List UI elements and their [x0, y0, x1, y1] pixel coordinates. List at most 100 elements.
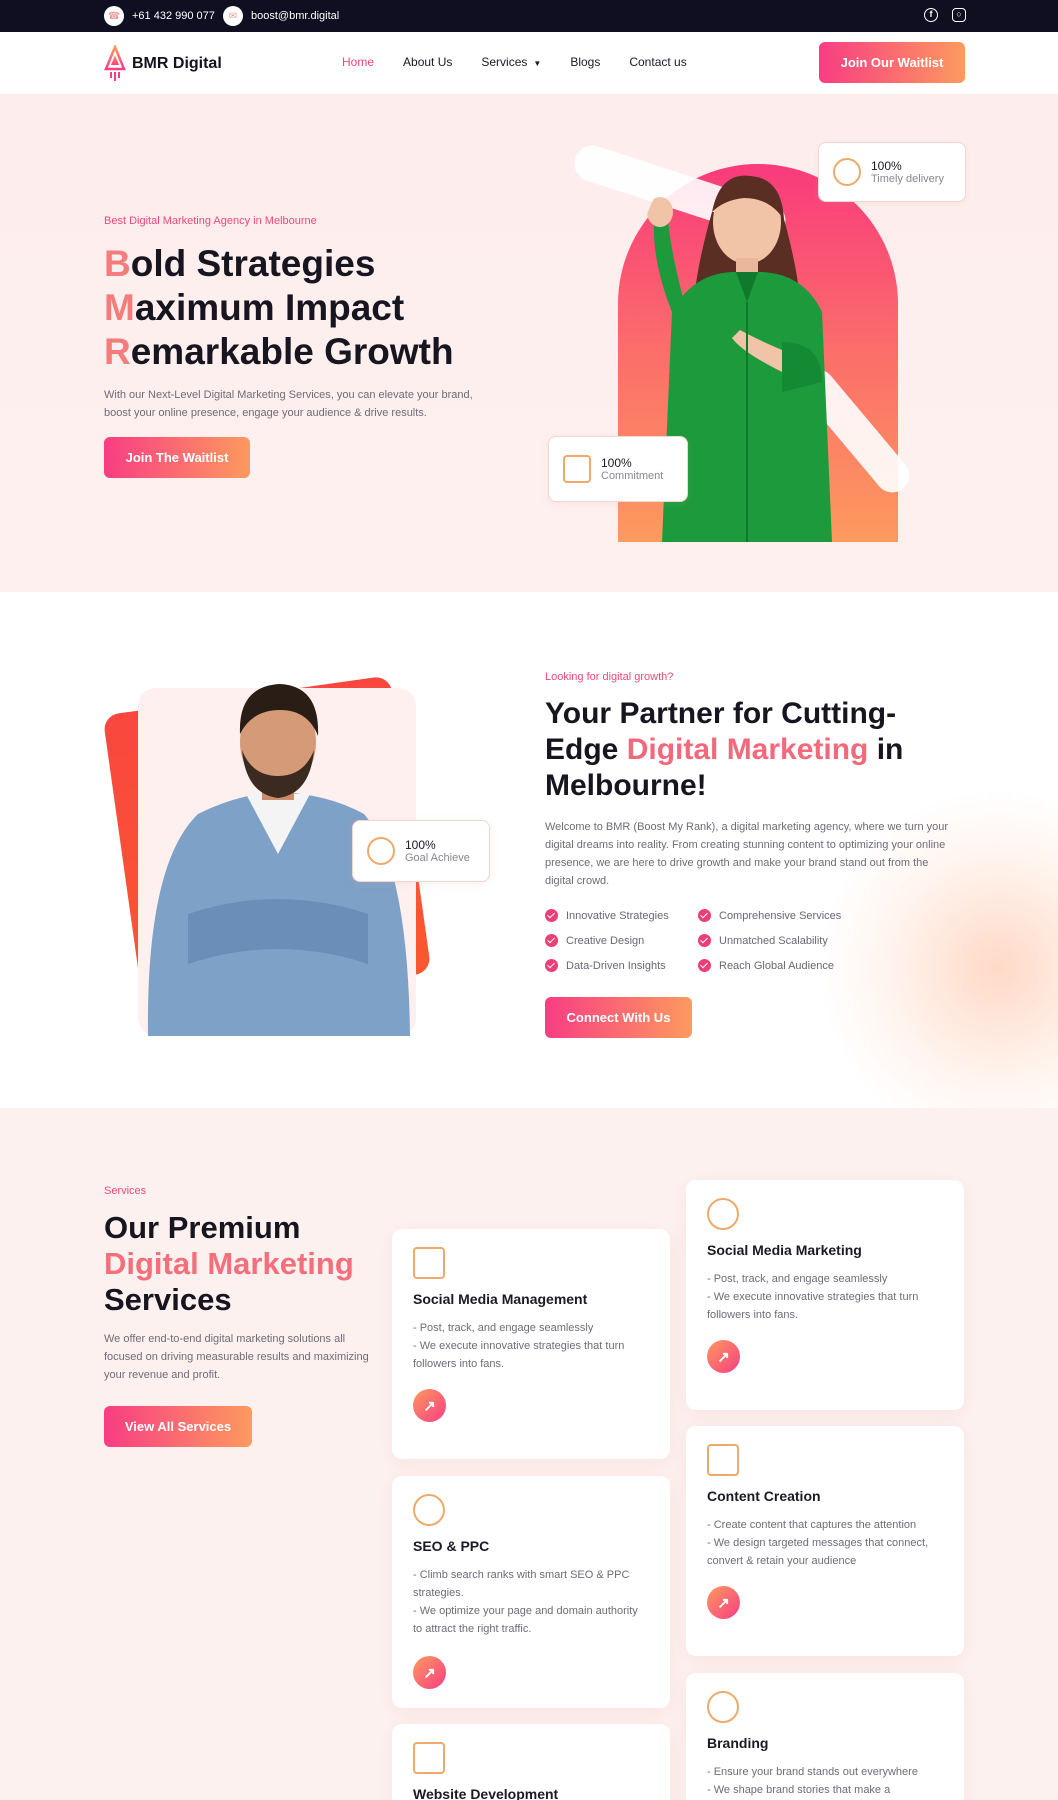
- nav-home[interactable]: Home: [342, 55, 374, 69]
- hero-line-text: aximum Impact: [134, 287, 405, 328]
- hero-line-3: Remarkable Growth: [104, 330, 454, 374]
- check-item: Data-Driven Insights: [545, 959, 698, 972]
- document-icon: [413, 1247, 445, 1279]
- service-line: - We execute innovative strategies that …: [707, 1291, 919, 1321]
- goal-achieve-card: 100% Goal Achieve: [352, 820, 490, 882]
- check-item: Reach Global Audience: [698, 959, 858, 972]
- view-all-services-button[interactable]: View All Services: [104, 1406, 252, 1447]
- service-card-seo-ppc[interactable]: SEO & PPC - Climb search ranks with smar…: [392, 1476, 670, 1708]
- hero-line-text: emarkable Growth: [130, 331, 454, 372]
- caret-down-icon: ▼: [533, 59, 542, 68]
- heading-text: Our Premium: [104, 1210, 301, 1245]
- monitor-icon: [413, 1742, 445, 1774]
- service-title: Branding: [707, 1735, 769, 1751]
- phone-contact[interactable]: ☎ +61 432 990 077: [104, 6, 215, 26]
- phone-number[interactable]: +61 432 990 077: [132, 10, 215, 22]
- stat-label: Goal Achieve: [405, 852, 470, 864]
- timely-delivery-card: 100% Timely delivery: [818, 142, 966, 202]
- join-the-waitlist-button[interactable]: Join The Waitlist: [104, 437, 250, 478]
- service-line: - Create content that captures the atten…: [707, 1519, 917, 1531]
- hero-initial: M: [104, 287, 135, 328]
- instagram-icon[interactable]: ○: [952, 8, 966, 22]
- hero-line-1: Bold Strategies: [104, 242, 454, 286]
- services-section: Services Our Premium Digital Marketing S…: [0, 1108, 1058, 1800]
- hero-heading: Bold Strategies Maximum Impact Remarkabl…: [104, 242, 454, 374]
- arrow-up-right-icon[interactable]: ↗: [413, 1656, 446, 1689]
- hero-initial: B: [104, 243, 131, 284]
- check-item: Innovative Strategies: [545, 909, 698, 922]
- main-nav: BMR Digital Home About Us Services ▼ Blog…: [0, 32, 1058, 94]
- nav-about[interactable]: About Us: [403, 55, 452, 69]
- hero-illustration: 100% Timely delivery 100% Commitment: [548, 140, 966, 542]
- stat-value: 100%: [405, 838, 436, 852]
- check-icon: [545, 934, 558, 947]
- facebook-icon[interactable]: f: [924, 8, 938, 22]
- check-label: Data-Driven Insights: [566, 959, 666, 972]
- social-links: f ○: [924, 8, 966, 22]
- nav-services[interactable]: Services ▼: [481, 55, 541, 69]
- email-icon: ✉: [223, 6, 243, 26]
- check-label: Comprehensive Services: [719, 909, 842, 922]
- heading-text: Services: [104, 1282, 232, 1317]
- hero-description: With our Next-Level Digital Marketing Se…: [104, 389, 473, 419]
- nav-menu: Home About Us Services ▼ Blogs Contact us: [342, 55, 687, 69]
- brand-logo[interactable]: BMR Digital: [104, 45, 222, 83]
- check-icon: [698, 909, 711, 922]
- check-label: Unmatched Scalability: [719, 934, 828, 947]
- email-contact[interactable]: ✉ boost@bmr.digital: [223, 6, 339, 26]
- check-icon: [545, 909, 558, 922]
- top-bar: ☎ +61 432 990 077 ✉ boost@bmr.digital f …: [0, 0, 1058, 32]
- partner-description: Welcome to BMR (Boost My Rank), a digita…: [545, 821, 949, 887]
- stat-label: Timely delivery: [871, 173, 944, 185]
- check-label: Creative Design: [566, 934, 645, 947]
- service-card-social-media-marketing[interactable]: Social Media Marketing - Post, track, an…: [686, 1180, 964, 1410]
- handshake-icon: [563, 455, 591, 483]
- services-heading: Our Premium Digital Marketing Services: [104, 1210, 354, 1318]
- share-icon: [707, 1198, 739, 1230]
- nav-blogs[interactable]: Blogs: [570, 55, 600, 69]
- badge-icon: [707, 1691, 739, 1723]
- seo-icon: [413, 1494, 445, 1526]
- email-address[interactable]: boost@bmr.digital: [251, 10, 339, 22]
- arrow-up-right-icon[interactable]: ↗: [413, 1389, 446, 1422]
- commitment-card: 100% Commitment: [548, 436, 688, 502]
- service-line: - We execute innovative strategies that …: [413, 1340, 625, 1370]
- service-line: - Climb search ranks with smart SEO & PP…: [413, 1569, 630, 1599]
- check-label: Reach Global Audience: [719, 959, 834, 972]
- service-card-website-development[interactable]: Website Development: [392, 1724, 670, 1800]
- service-line: - We optimize your page and domain autho…: [413, 1605, 638, 1635]
- service-card-branding[interactable]: Branding - Ensure your brand stands out …: [686, 1673, 964, 1800]
- rocket-logo-icon: [104, 45, 126, 81]
- stat-value: 100%: [601, 456, 632, 470]
- target-icon: [367, 837, 395, 865]
- arrow-up-right-icon[interactable]: ↗: [707, 1586, 740, 1619]
- hero-initial: R: [104, 331, 131, 372]
- brand-name: BMR Digital: [132, 55, 222, 72]
- service-title: Website Development: [413, 1786, 559, 1800]
- heading-highlight: Digital Marketing: [626, 733, 869, 766]
- check-label: Innovative Strategies: [566, 909, 669, 922]
- check-icon: [698, 959, 711, 972]
- feature-checklist: Innovative Strategies Comprehensive Serv…: [545, 909, 858, 972]
- service-line: - Ensure your brand stands out everywher…: [707, 1766, 918, 1778]
- service-title: Social Media Marketing: [707, 1242, 862, 1258]
- nav-contact[interactable]: Contact us: [629, 55, 686, 69]
- heading-highlight: Digital Marketing: [104, 1246, 354, 1281]
- hero-section: Best Digital Marketing Agency in Melbour…: [0, 94, 1058, 592]
- service-title: Social Media Management: [413, 1291, 588, 1307]
- connect-with-us-button[interactable]: Connect With Us: [545, 997, 692, 1038]
- service-card-social-media-management[interactable]: Social Media Management - Post, track, a…: [392, 1229, 670, 1459]
- service-line: - We design targeted messages that conne…: [707, 1537, 929, 1567]
- service-line: - We shape brand stories that make a: [707, 1784, 891, 1796]
- hero-tagline: Best Digital Marketing Agency in Melbour…: [104, 215, 317, 227]
- arrow-up-right-icon[interactable]: ↗: [707, 1340, 740, 1373]
- content-icon: [707, 1444, 739, 1476]
- join-waitlist-button[interactable]: Join Our Waitlist: [819, 42, 965, 83]
- check-icon: [698, 934, 711, 947]
- service-card-content-creation[interactable]: Content Creation - Create content that c…: [686, 1426, 964, 1656]
- partner-illustration: 100% Goal Achieve: [102, 664, 494, 1044]
- hero-line-text: old Strategies: [130, 243, 376, 284]
- services-tagline: Services: [104, 1185, 147, 1197]
- stopwatch-icon: [833, 158, 861, 186]
- nav-services-label: Services: [481, 55, 528, 69]
